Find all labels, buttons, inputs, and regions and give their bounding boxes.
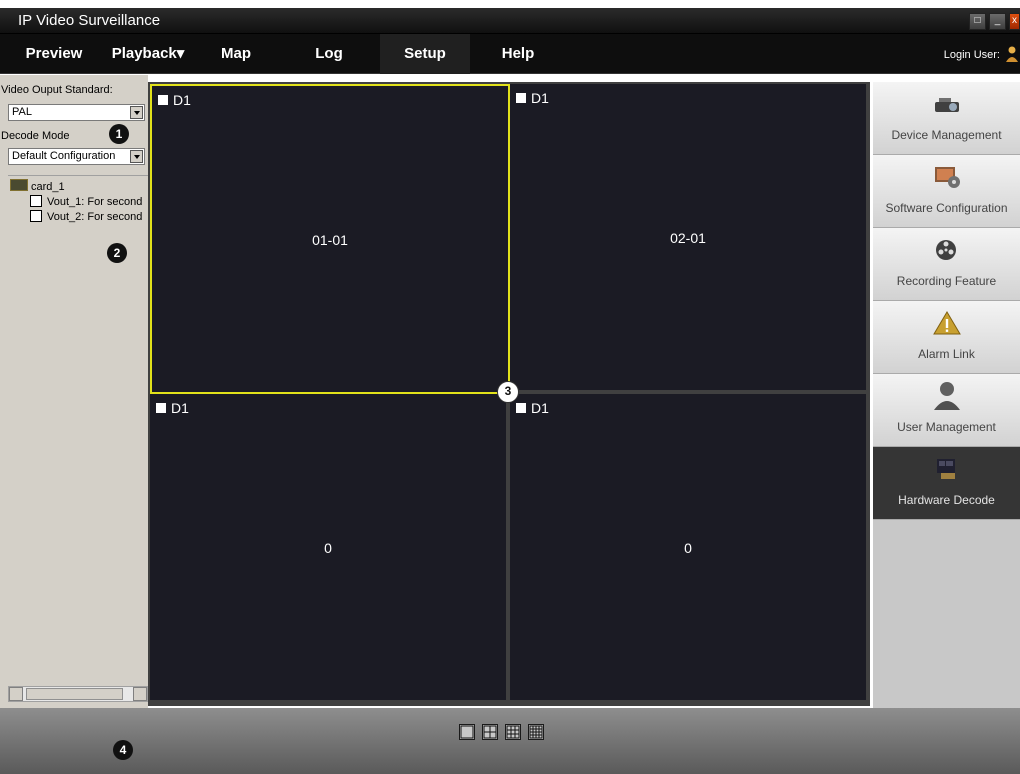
cell-checkbox[interactable] <box>156 403 166 413</box>
menu-bar: Preview Playback▾ Map Log Setup Help Log… <box>0 34 1020 74</box>
chevron-down-icon[interactable] <box>130 106 143 119</box>
video-cell[interactable]: D1 0 <box>150 394 506 700</box>
tree-root[interactable]: card_1 <box>10 179 65 193</box>
callout-3: 3 <box>497 381 519 403</box>
user-icon <box>934 382 960 410</box>
nav-recording-feature[interactable]: Recording Feature <box>873 228 1020 301</box>
tree-item-vout-1[interactable]: Vout_1: For second <box>30 195 142 208</box>
callout-2: 2 <box>107 243 127 263</box>
menu-setup[interactable]: Setup <box>380 34 470 74</box>
decode-mode-value: Default Configuration <box>12 150 116 162</box>
nav-hardware-decode[interactable]: Hardware Decode <box>873 447 1020 520</box>
projector-icon <box>935 98 959 112</box>
nav-alarm-link[interactable]: Alarm Link <box>873 301 1020 374</box>
menu-log[interactable]: Log <box>294 34 364 74</box>
nav-software-configuration[interactable]: Software Configuration <box>873 155 1020 228</box>
nav-label: Alarm Link <box>918 347 975 361</box>
menu-map[interactable]: Map <box>206 34 266 74</box>
video-cell[interactable]: D1 02-01 <box>510 84 866 390</box>
video-cell[interactable]: D1 0 <box>510 394 866 700</box>
card-icon <box>10 179 28 191</box>
menu-help[interactable]: Help <box>488 34 548 74</box>
login-user-label: Login User: <box>943 49 1000 61</box>
layout-3x3-button[interactable] <box>505 724 521 740</box>
decode-mode-select[interactable]: Default Configuration <box>8 148 145 165</box>
layout-2x2-icon <box>483 725 497 739</box>
menu-preview[interactable]: Preview <box>14 34 94 74</box>
callout-4: 4 <box>113 740 133 760</box>
horizontal-scrollbar[interactable] <box>8 686 148 702</box>
left-panel: Video Ouput Standard: PAL Decode Mode De… <box>0 75 148 708</box>
nav-device-management[interactable]: Device Management <box>873 82 1020 155</box>
window-controls: □ _ x <box>969 13 1020 30</box>
software-config-icon <box>935 167 960 188</box>
bottom-bar <box>0 708 1020 774</box>
user-avatar-icon[interactable] <box>1006 46 1018 62</box>
video-cell[interactable]: D1 01-01 <box>150 84 510 394</box>
video-output-select[interactable]: PAL <box>8 104 145 121</box>
nav-label: User Management <box>897 420 996 434</box>
card-tree: card_1 Vout_1: For second Vout_2: For se… <box>8 175 148 685</box>
scroll-thumb[interactable] <box>26 688 123 700</box>
cell-checkbox[interactable] <box>516 93 526 103</box>
nav-label: Software Configuration <box>885 201 1008 215</box>
channel-label: 0 <box>324 540 332 556</box>
nav-label: Recording Feature <box>896 274 997 288</box>
layout-4x4-button[interactable] <box>528 724 544 740</box>
layout-2x2-button[interactable] <box>482 724 498 740</box>
chevron-down-icon[interactable] <box>130 150 143 163</box>
hardware-decode-icon <box>937 459 955 479</box>
stream-type: D1 <box>173 92 191 108</box>
channel-label: 0 <box>684 540 692 556</box>
layout-3x3-icon <box>506 725 520 739</box>
checkbox[interactable] <box>30 195 42 207</box>
video-output-value: PAL <box>12 106 32 118</box>
minimize-icon[interactable]: _ <box>989 13 1006 30</box>
nav-label: Device Management <box>891 128 1002 142</box>
stream-type: D1 <box>171 400 189 416</box>
nav-label: Hardware Decode <box>898 493 995 507</box>
close-icon[interactable]: x <box>1009 13 1020 30</box>
lock-icon[interactable]: □ <box>969 13 986 30</box>
scroll-left-icon[interactable] <box>9 687 23 701</box>
cell-checkbox[interactable] <box>516 403 526 413</box>
stream-type: D1 <box>531 400 549 416</box>
nav-user-management[interactable]: User Management <box>873 374 1020 447</box>
scroll-right-icon[interactable] <box>133 687 147 701</box>
film-reel-icon <box>936 240 956 260</box>
stream-type: D1 <box>531 90 549 106</box>
video-output-label: Video Ouput Standard: <box>1 84 113 96</box>
layout-4x4-icon <box>529 725 543 739</box>
decode-mode-label: Decode Mode <box>1 130 70 142</box>
title-bar: IP Video Surveillance □ _ x <box>0 8 1020 34</box>
app-title: IP Video Surveillance <box>18 12 161 29</box>
layout-1x1-button[interactable] <box>459 724 475 740</box>
warning-icon <box>933 311 961 335</box>
right-panel: Device Management Software Configuration… <box>873 82 1020 708</box>
tree-root-label: card_1 <box>31 181 65 193</box>
checkbox[interactable] <box>30 210 42 222</box>
callout-1: 1 <box>109 124 129 144</box>
menu-playback[interactable]: Playback▾ <box>108 34 188 74</box>
tree-item-label: Vout_1: For second <box>47 196 143 208</box>
channel-label: 02-01 <box>670 230 706 246</box>
cell-checkbox[interactable] <box>158 95 168 105</box>
channel-label: 01-01 <box>312 232 348 248</box>
tree-item-label: Vout_2: For second <box>47 211 143 223</box>
layout-1x1-icon <box>460 725 474 739</box>
tree-item-vout-2[interactable]: Vout_2: For second <box>30 210 142 223</box>
